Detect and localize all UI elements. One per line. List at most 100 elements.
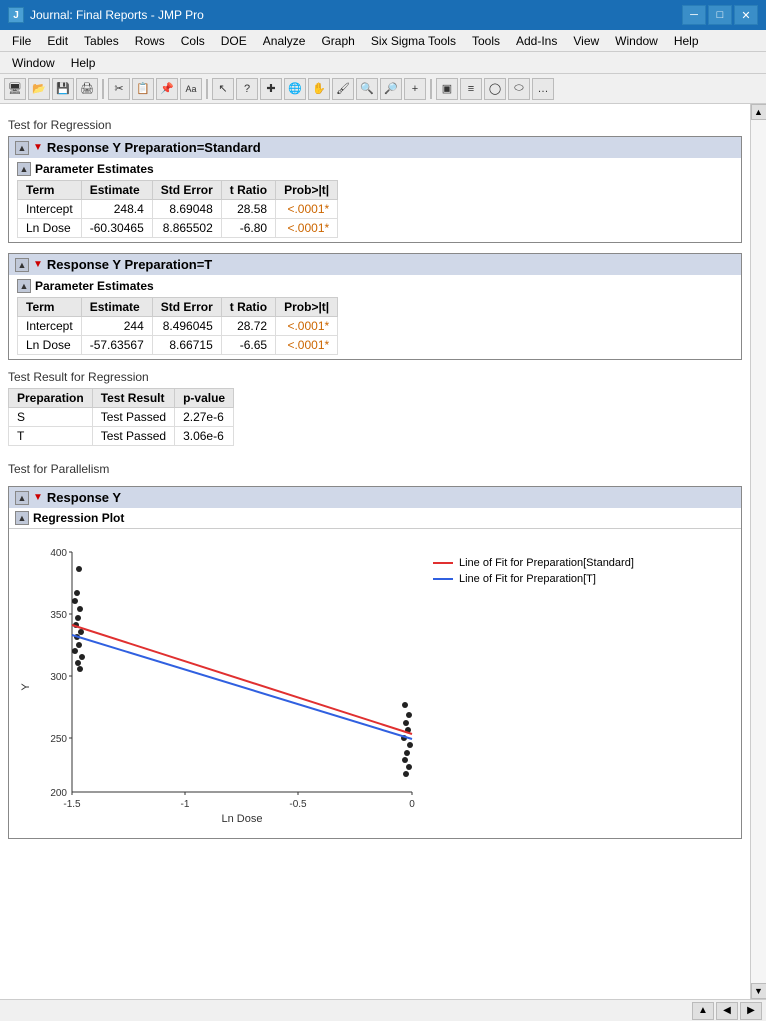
maximize-button[interactable]: □ (708, 5, 732, 25)
toolbar-paste[interactable]: 📌 (156, 78, 178, 100)
svg-text:0: 0 (409, 799, 415, 810)
term-t-2: Ln Dose (18, 336, 82, 355)
toolbar-globe[interactable]: 🌐 (284, 78, 306, 100)
red-triangle-standard[interactable]: ▼ (33, 142, 43, 153)
menu-window2[interactable]: Window (4, 54, 63, 72)
param-t-header: ▲ Parameter Estimates (17, 279, 733, 293)
collapse-param-t-btn[interactable]: ▲ (17, 279, 31, 293)
toolbar-oval[interactable]: ⬭ (508, 78, 530, 100)
table-row: Intercept 248.4 8.69048 28.58 <.0001* (18, 200, 338, 219)
legend-t-label: Line of Fit for Preparation[T] (459, 573, 596, 585)
menu-graph[interactable]: Graph (313, 32, 362, 50)
toolbar-cut[interactable]: ✂ (108, 78, 130, 100)
toolbar-shape[interactable]: ◯ (484, 78, 506, 100)
toolbar-brush[interactable]: 🖌 (332, 78, 354, 100)
toolbar-add[interactable]: ✚ (260, 78, 282, 100)
toolbar: 🖥 📂 💾 🖨 ✂ 📋 📌 Aa ↖ ? ✚ 🌐 ✋ 🖌 🔍 🔎 + ▣ ≡ ◯… (0, 74, 766, 104)
toolbar-help[interactable]: ? (236, 78, 258, 100)
status-scroll-left[interactable]: ◀ (716, 1002, 738, 1020)
status-scroll-right[interactable]: ▶ (740, 1002, 762, 1020)
prob-t-2: <.0001* (276, 336, 338, 355)
menu-rows[interactable]: Rows (127, 32, 173, 50)
tratio-t-2: -6.65 (221, 336, 275, 355)
menu-help[interactable]: Help (666, 32, 707, 50)
tratio-t-1: 28.72 (221, 317, 275, 336)
menu-edit[interactable]: Edit (39, 32, 76, 50)
param-t-label: Parameter Estimates (35, 279, 154, 293)
app-icon: J (8, 7, 24, 23)
menu-addins[interactable]: Add-Ins (508, 32, 565, 50)
toolbar-select[interactable]: ↖ (212, 78, 234, 100)
status-scroll-up[interactable]: ▲ (692, 1002, 714, 1020)
test-result-table: Preparation Test Result p-value S Test P… (8, 388, 234, 446)
menu-tables[interactable]: Tables (76, 32, 127, 50)
red-triangle-t[interactable]: ▼ (33, 259, 43, 270)
menu-window[interactable]: Window (607, 32, 666, 50)
toolbar-zoom[interactable]: 🔎 (380, 78, 402, 100)
param-t-table: Term Estimate Std Error t Ratio Prob>|t|… (17, 297, 338, 355)
plot-svg-area: Y 400 3 (17, 537, 417, 830)
menu-analyze[interactable]: Analyze (255, 32, 314, 50)
toolbar-open[interactable]: 📂 (28, 78, 50, 100)
svg-text:350: 350 (50, 610, 67, 621)
menu-view[interactable]: View (565, 32, 607, 50)
estimate-t-2: -57.63567 (81, 336, 152, 355)
menu-help2[interactable]: Help (63, 54, 104, 72)
minimize-button[interactable]: ─ (682, 5, 706, 25)
scroll-up-btn[interactable]: ▲ (751, 104, 766, 120)
menu-sixsigma[interactable]: Six Sigma Tools (363, 32, 464, 50)
svg-text:400: 400 (50, 548, 67, 559)
prob-t-1: <.0001* (276, 317, 338, 336)
toolbar-new[interactable]: 🖥 (4, 78, 26, 100)
collapse-y-btn[interactable]: ▲ (15, 491, 29, 505)
regression-plot-label: Regression Plot (33, 511, 124, 525)
toolbar-plus[interactable]: + (404, 78, 426, 100)
svg-text:200: 200 (50, 788, 67, 799)
response-standard-title: Response Y Preparation=Standard (47, 140, 261, 155)
toolbar-frame[interactable]: ▣ (436, 78, 458, 100)
result-t: Test Passed (92, 427, 174, 446)
plot-container: Y 400 3 (9, 529, 741, 838)
toolbar-copy[interactable]: 📋 (132, 78, 154, 100)
menu-doe[interactable]: DOE (213, 32, 255, 50)
prep-t: T (9, 427, 93, 446)
collapse-standard-btn[interactable]: ▲ (15, 141, 29, 155)
svg-text:-1: -1 (181, 799, 190, 810)
table-row: Intercept 244 8.496045 28.72 <.0001* (18, 317, 338, 336)
result-s: Test Passed (92, 408, 174, 427)
collapse-regplot-btn[interactable]: ▲ (15, 511, 29, 525)
menu-cols[interactable]: Cols (173, 32, 213, 50)
col-tratio-t: t Ratio (221, 298, 275, 317)
menu-file[interactable]: File (4, 32, 39, 50)
svg-text:300: 300 (50, 672, 67, 683)
table-row: Ln Dose -57.63567 8.66715 -6.65 <.0001* (18, 336, 338, 355)
toolbar-sep1 (102, 79, 104, 99)
toolbar-cols[interactable]: ≡ (460, 78, 482, 100)
toolbar-hand[interactable]: ✋ (308, 78, 330, 100)
response-t-header: ▲ ▼ Response Y Preparation=T (9, 254, 741, 275)
toolbar-more[interactable]: … (532, 78, 554, 100)
test-result-section: Test Result for Regression Preparation T… (8, 370, 742, 446)
collapse-t-btn[interactable]: ▲ (15, 258, 29, 272)
menu-bar: File Edit Tables Rows Cols DOE Analyze G… (0, 30, 766, 52)
toolbar-search[interactable]: 🔍 (356, 78, 378, 100)
table-row: T Test Passed 3.06e-6 (9, 427, 234, 446)
scroll-down-btn[interactable]: ▼ (751, 983, 766, 999)
title-bar: J Journal: Final Reports - JMP Pro ─ □ ✕ (0, 0, 766, 30)
tratio-s-2: -6.80 (221, 219, 275, 238)
close-button[interactable]: ✕ (734, 5, 758, 25)
parallelism-section: Test for Parallelism ▲ ▼ Response Y ▲ Re… (8, 462, 742, 839)
toolbar-save[interactable]: 💾 (52, 78, 74, 100)
toolbar-format[interactable]: Aa (180, 78, 202, 100)
menu-bar-2: Window Help (0, 52, 766, 74)
content-area: Test for Regression ▲ ▼ Response Y Prepa… (0, 104, 750, 999)
response-y-title: Response Y (47, 490, 121, 505)
scroll-track[interactable] (751, 120, 766, 983)
test-for-regression-label: Test for Regression (8, 118, 742, 132)
menu-tools[interactable]: Tools (464, 32, 508, 50)
tratio-s-1: 28.58 (221, 200, 275, 219)
col-prob-t: Prob>|t| (276, 298, 338, 317)
toolbar-print[interactable]: 🖨 (76, 78, 98, 100)
collapse-param-standard-btn[interactable]: ▲ (17, 162, 31, 176)
red-triangle-y[interactable]: ▼ (33, 492, 43, 503)
